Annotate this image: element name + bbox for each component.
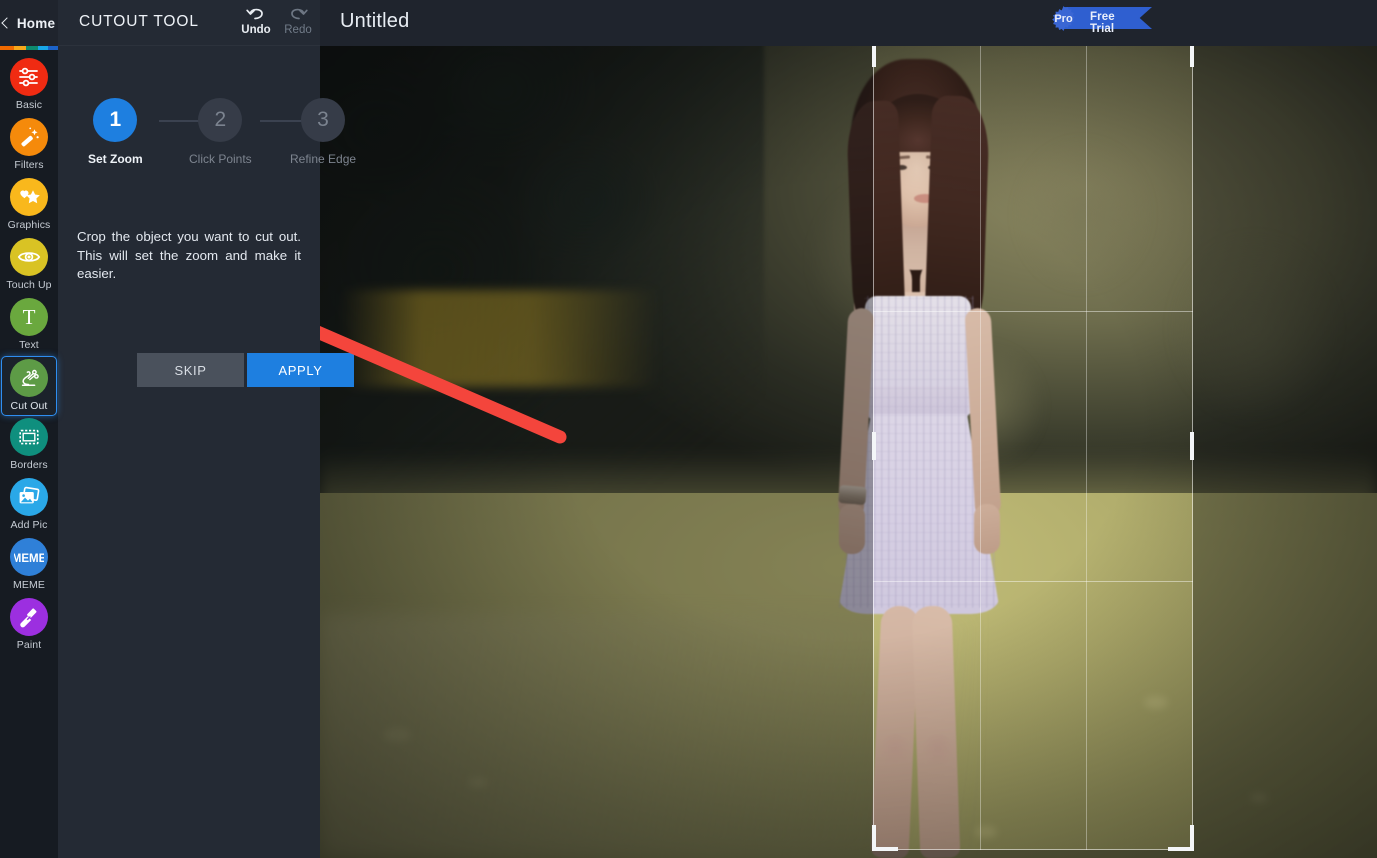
eye-icon-bubble: [10, 238, 48, 276]
paint-brush-icon: [20, 608, 37, 628]
left-tool-rail: Basic Filters Graphics Touch Up T Text Cut Out…: [0, 46, 58, 858]
star-heart-icon: [20, 190, 40, 204]
sidebar-item-basic[interactable]: Basic: [0, 56, 58, 116]
tool-rail-list: Basic Filters Graphics Touch Up T Text Cut Out…: [0, 50, 58, 656]
sidebar-item-label: Basic: [15, 99, 43, 111]
sidebar-item-label: MEME: [13, 579, 45, 591]
lasso-cut-icon-bubble: [10, 359, 48, 397]
top-bar: Home CUTOUT TOOL Undo Redo Untitled Free…: [0, 0, 1377, 46]
step-1-label: Set Zoom: [88, 152, 143, 166]
step-2-circle: 2: [198, 98, 243, 142]
step-3-label: Refine Edge: [290, 152, 357, 166]
home-button-label: Home: [16, 15, 56, 31]
apply-button[interactable]: APPLY: [247, 353, 354, 387]
frame-icon-bubble: [10, 418, 48, 456]
sidebar-item-meme[interactable]: MEME MEME: [0, 536, 58, 596]
photos-icon: [19, 486, 40, 504]
skip-button[interactable]: SKIP: [137, 353, 244, 387]
tool-title: CUTOUT TOOL: [79, 13, 199, 30]
sidebar-item-label: Add Pic: [10, 519, 48, 531]
star-heart-icon-bubble: [10, 178, 48, 216]
sidebar-item-label: Paint: [16, 639, 42, 651]
step-click-points[interactable]: 2 Click Points: [189, 98, 252, 166]
magic-wand-icon: [21, 127, 39, 147]
step-3-circle: 3: [301, 98, 346, 142]
magic-wand-icon-bubble: [10, 118, 48, 156]
sidebar-item-add-pic[interactable]: Add Pic: [0, 476, 58, 536]
svg-text:T: T: [23, 305, 36, 329]
sliders-icon-bubble: [10, 58, 48, 96]
frame-icon: [19, 429, 39, 445]
sidebar-item-touch-up[interactable]: Touch Up: [0, 236, 58, 296]
sidebar-item-label: Graphics: [7, 219, 51, 231]
meme-text-icon: MEME: [14, 553, 44, 565]
sidebar-item-borders[interactable]: Borders: [0, 416, 58, 476]
sidebar-item-label: Text: [19, 339, 39, 351]
eye-icon: [17, 252, 41, 262]
home-button[interactable]: Home: [0, 0, 58, 46]
redo-arrow-icon: [291, 8, 308, 20]
cutout-tool-panel: 1 Set Zoom 2 Click Points 3 Refine Edge …: [58, 46, 356, 858]
paint-brush-icon-bubble: [10, 598, 48, 636]
sidebar-item-cut-out[interactable]: Cut Out: [1, 356, 57, 416]
sidebar-item-filters[interactable]: Filters: [0, 116, 58, 176]
meme-text-icon-bubble: MEME: [10, 538, 48, 576]
sidebar-item-label: Filters: [14, 159, 44, 171]
step-refine-edge[interactable]: 3 Refine Edge: [290, 98, 356, 166]
tool-panel-header: CUTOUT TOOL Undo Redo: [58, 0, 320, 46]
step-1-circle: 1: [93, 98, 138, 142]
letter-t-icon: T: [23, 305, 36, 329]
document-title[interactable]: Untitled: [340, 10, 409, 33]
instructions-text: Crop the object you want to cut out. Thi…: [77, 229, 301, 281]
sidebar-item-graphics[interactable]: Graphics: [0, 176, 58, 236]
sidebar-item-label: Touch Up: [6, 279, 52, 291]
chevron-left-icon: [1, 17, 13, 29]
redo-button[interactable]: Redo: [276, 4, 320, 44]
step-indicator: 1 Set Zoom 2 Click Points 3 Refine Edge: [58, 72, 356, 166]
redo-label: Redo: [284, 24, 312, 36]
photo-editor-app: Home CUTOUT TOOL Undo Redo Untitled Free…: [0, 0, 1377, 858]
panel-action-buttons: SKIP APPLY: [137, 353, 354, 387]
sidebar-item-label: Borders: [10, 459, 48, 471]
step-2-label: Click Points: [189, 152, 252, 166]
pro-label: Pro: [1054, 12, 1073, 25]
image-canvas[interactable]: [320, 46, 1377, 858]
undo-label: Undo: [241, 24, 271, 36]
step-set-zoom[interactable]: 1 Set Zoom: [88, 98, 143, 166]
free-trial-label: Free Trial: [1090, 11, 1115, 35]
lasso-cut-icon: [21, 369, 39, 386]
letter-t-icon-bubble: T: [10, 298, 48, 336]
undo-button[interactable]: Undo: [234, 4, 278, 44]
sidebar-item-label: Cut Out: [10, 400, 48, 412]
source-photograph: [320, 46, 1377, 858]
photos-icon-bubble: [10, 478, 48, 516]
photo-vignette: [320, 46, 1377, 858]
sidebar-item-text[interactable]: T Text: [0, 296, 58, 356]
svg-text:MEME: MEME: [14, 553, 44, 565]
sliders-icon: [19, 67, 38, 87]
undo-arrow-icon: [246, 8, 263, 20]
sidebar-item-paint[interactable]: Paint: [0, 596, 58, 656]
